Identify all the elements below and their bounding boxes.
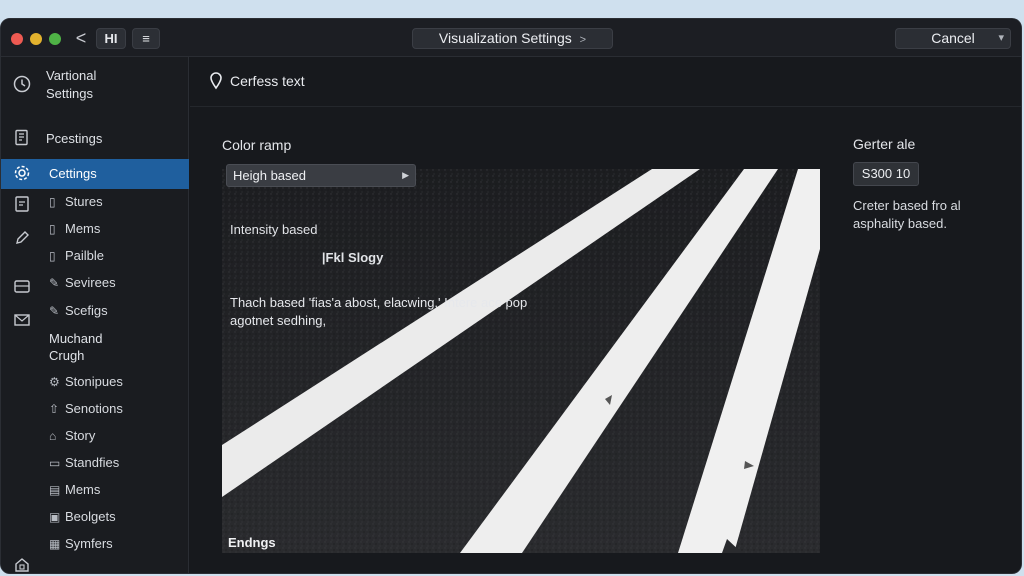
cancel-label: Cancel bbox=[931, 30, 975, 46]
sidebar-subitem-label: Stonipues bbox=[65, 374, 123, 389]
box-icon: ▯ bbox=[49, 195, 56, 209]
clock-icon bbox=[12, 75, 32, 95]
color-ramp-dropdown[interactable]: Heigh based ▶ bbox=[226, 164, 416, 187]
home-lock-icon[interactable] bbox=[13, 555, 31, 573]
sidebar-subitem-label: Mems bbox=[65, 221, 101, 236]
pencil-icon: ✎ bbox=[49, 276, 60, 290]
dropdown-value: Heigh based bbox=[233, 168, 306, 183]
sidebar-subitem-mems-2[interactable]: ▤ Mems bbox=[49, 482, 100, 500]
mail-icon[interactable] bbox=[13, 311, 31, 334]
sidebar-item-pcestings[interactable]: Pcestings bbox=[1, 129, 189, 151]
sidebar-subitem-label: Story bbox=[65, 428, 96, 443]
sidebar-subitem-label: Sevirees bbox=[65, 275, 116, 290]
value-field[interactable]: S300 10 bbox=[853, 162, 919, 186]
sidebar-subitem-label: Symfers bbox=[65, 536, 113, 551]
app-window: < HI ≡ Visualization Settings > Cancel ▾… bbox=[0, 18, 1022, 574]
window-title-button[interactable]: Visualization Settings > bbox=[412, 28, 613, 49]
chevron-down-icon: ▾ bbox=[998, 32, 1004, 44]
option-intensity-based[interactable]: Intensity based bbox=[230, 222, 317, 237]
gear-icon bbox=[12, 164, 32, 184]
sidebar-subitem-sevirees[interactable]: ✎ Sevirees bbox=[49, 275, 116, 293]
right-panel-description: Creter based fro al asphality based. bbox=[853, 198, 961, 231]
sidebar-subitem-beolgets[interactable]: ▣ Beolgets bbox=[49, 509, 116, 527]
color-ramp-label: Color ramp bbox=[222, 137, 292, 153]
list-icon: ▤ bbox=[49, 483, 61, 497]
zoom-window-button[interactable] bbox=[49, 33, 61, 45]
document-icon bbox=[12, 129, 32, 149]
sidebar-subitem-story[interactable]: ⌂ Story bbox=[49, 428, 95, 446]
sidebar: Vartional Settings Pcestings Cettings ▯ … bbox=[1, 57, 189, 573]
main-panel: Cerfess text Color ramp Heigh based ▶ In… bbox=[190, 57, 1021, 573]
sidebar-subitem-label: Senotions bbox=[65, 401, 123, 416]
sidebar-subitem-symfers[interactable]: ▦ Symfers bbox=[49, 536, 113, 554]
pencil-icon: ✎ bbox=[49, 304, 60, 318]
sidebar-subitem-label: Standfies bbox=[65, 455, 120, 470]
sidebar-item-cettings[interactable]: Cettings bbox=[1, 159, 189, 189]
box-icon: ▯ bbox=[49, 249, 56, 263]
back-chevron-icon[interactable]: < bbox=[73, 28, 89, 48]
sidebar-item-vartional-settings[interactable]: Vartional Settings bbox=[1, 67, 189, 103]
sidebar-subitem-senotions[interactable]: ⇧ Senotions bbox=[49, 401, 123, 419]
box-icon: ▯ bbox=[49, 222, 56, 236]
sidebar-subitem-label: Mems bbox=[65, 482, 101, 497]
sidebar-group-label: Muchand Crugh bbox=[49, 331, 103, 363]
sidebar-subitem-label: Scefigs bbox=[65, 303, 108, 318]
gear-icon: ⚙ bbox=[49, 375, 60, 389]
list-toggle-button[interactable]: ≡ bbox=[132, 28, 160, 49]
sidebar-subitem-pailble[interactable]: ▯ Pailble bbox=[49, 248, 104, 266]
sidebar-subitem-stonipues[interactable]: ⚙ Stonipues bbox=[49, 374, 123, 392]
cancel-button[interactable]: Cancel ▾ bbox=[895, 28, 1011, 49]
chevron-right-icon: ▶ bbox=[402, 170, 409, 180]
window-title: Visualization Settings bbox=[438, 30, 572, 46]
sidebar-subitem-label: Stures bbox=[65, 194, 103, 209]
sidebar-item-label: Pcestings bbox=[46, 131, 103, 146]
folder-icon: ▭ bbox=[49, 456, 61, 470]
box-icon: ▦ bbox=[49, 537, 61, 551]
pen-icon[interactable] bbox=[13, 229, 31, 252]
header-row: Cerfess text bbox=[190, 57, 1021, 107]
right-panel-label: Gerter ale bbox=[853, 136, 916, 152]
image-caption: Endngs bbox=[228, 535, 276, 550]
sidebar-subitem-stures[interactable]: ▯ Stures bbox=[49, 194, 103, 212]
sidebar-subitem-standfies[interactable]: ▭ Standfies bbox=[49, 455, 119, 473]
sidebar-item-label: Cettings bbox=[49, 166, 97, 181]
home-icon: ⌂ bbox=[49, 429, 57, 443]
hi-button[interactable]: HI bbox=[96, 28, 126, 49]
pin-icon bbox=[209, 72, 223, 90]
close-window-button[interactable] bbox=[11, 33, 23, 45]
minimize-window-button[interactable] bbox=[30, 33, 42, 45]
title-bar: < HI ≡ Visualization Settings > Cancel ▾ bbox=[1, 19, 1021, 57]
option-fkl-slogy[interactable]: |Fkl Slogy bbox=[322, 250, 383, 265]
sidebar-subitem-label: Beolgets bbox=[65, 509, 116, 524]
clipboard-icon[interactable] bbox=[13, 195, 31, 218]
sidebar-subitem-scefigs[interactable]: ✎ Scefigs bbox=[49, 303, 108, 321]
tray-icon[interactable] bbox=[13, 277, 31, 300]
box-icon: ▣ bbox=[49, 510, 61, 524]
sidebar-subitem-label: Pailble bbox=[65, 248, 105, 263]
description-text: Thach based 'fias'a abost, elacwing,' In… bbox=[230, 295, 528, 328]
chevron-right-icon: > bbox=[579, 34, 587, 46]
sidebar-subitem-mems[interactable]: ▯ Mems bbox=[49, 221, 100, 239]
header-text: Cerfess text bbox=[230, 73, 305, 89]
arrow-icon: ⇧ bbox=[49, 402, 60, 416]
sidebar-item-label: Vartional Settings bbox=[46, 68, 97, 101]
